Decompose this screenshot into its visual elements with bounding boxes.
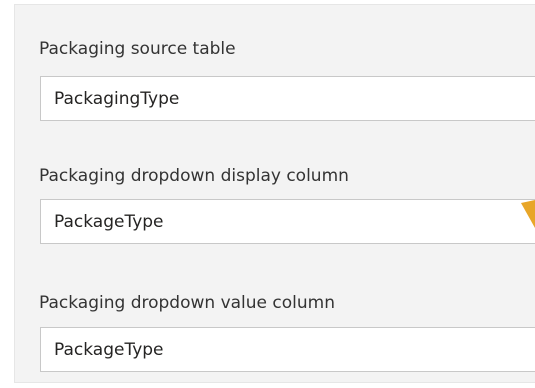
annotation-arrow-icon [521, 200, 535, 228]
packaging-source-table-label: Packaging source table [39, 39, 236, 59]
packaging-value-column-label: Packaging dropdown value column [39, 293, 335, 313]
packaging-display-column-label: Packaging dropdown display column [39, 166, 349, 186]
packaging-source-table-input[interactable] [40, 76, 535, 121]
packaging-value-column-input[interactable] [40, 327, 535, 372]
settings-panel: Packaging source table Packaging dropdow… [14, 4, 535, 383]
packaging-display-column-input[interactable] [40, 199, 535, 244]
